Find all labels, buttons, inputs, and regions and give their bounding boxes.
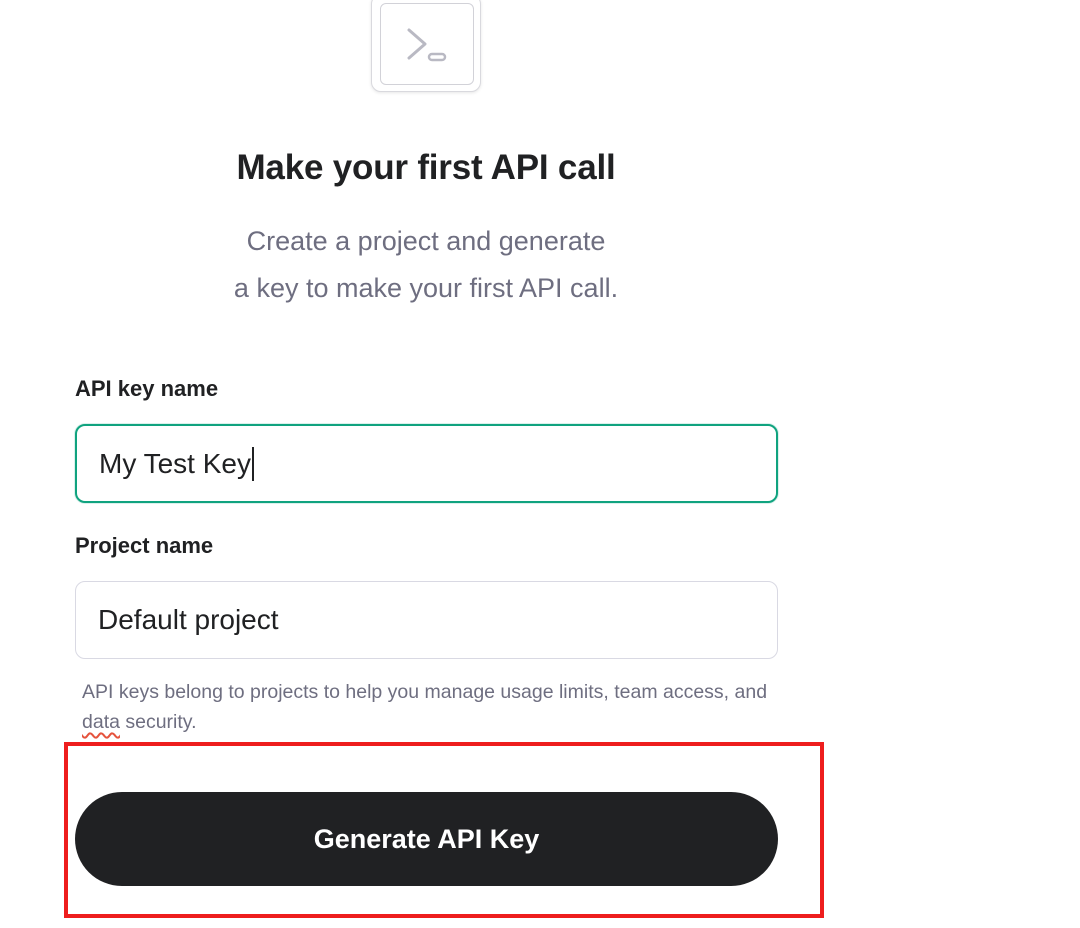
project-name-value: Default project: [98, 604, 279, 635]
project-name-label: Project name: [75, 533, 214, 558]
helper-text-before: API keys belong to projects to help you …: [82, 681, 768, 703]
api-key-name-input[interactable]: My Test Key: [75, 424, 778, 503]
api-key-name-value: My Test Key: [99, 447, 251, 479]
subtitle-line-1: Create a project and generate: [246, 226, 606, 256]
subtitle-line-2: a key to make your first API call.: [233, 273, 619, 303]
create-api-key-page: Make your first API call Create a projec…: [0, 0, 1080, 928]
text-caret: [251, 446, 254, 481]
project-name-input[interactable]: Default project: [75, 581, 778, 659]
helper-text: API keys belong to projects to help you …: [82, 677, 782, 737]
spellcheck-flagged-word: data: [82, 711, 120, 733]
page-title: Make your first API call: [236, 148, 616, 187]
terminal-prompt-glyph: [407, 28, 447, 62]
terminal-prompt-icon: [380, 3, 474, 85]
generate-api-key-button[interactable]: Generate API Key: [75, 792, 778, 886]
terminal-icon-tile: [371, 0, 481, 92]
helper-text-after: security.: [119, 711, 197, 733]
api-key-name-label: API key name: [75, 376, 219, 401]
page-subtitle: Create a project and generate a key to m…: [0, 218, 852, 312]
